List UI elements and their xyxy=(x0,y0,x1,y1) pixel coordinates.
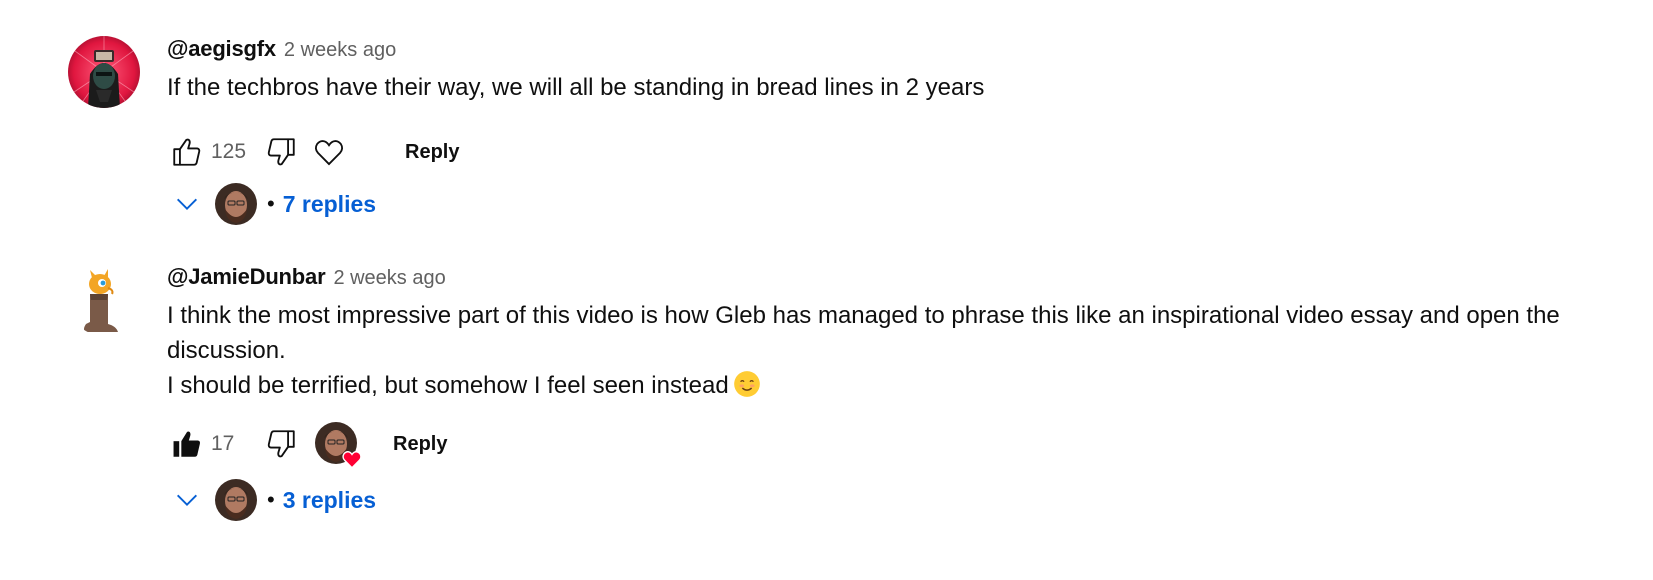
comment-timestamp[interactable]: 2 weeks ago xyxy=(333,267,445,290)
separator-dot: • xyxy=(267,487,275,512)
thumbs-up-filled-icon xyxy=(173,431,200,457)
comment-text: If the techbros have their way, we will … xyxy=(167,70,1613,105)
bearded-man-avatar-icon xyxy=(215,479,257,521)
avatar[interactable] xyxy=(68,36,140,108)
like-count: 125 xyxy=(211,140,247,163)
comment-header: @aegisgfx 2 weeks ago xyxy=(167,36,1613,64)
like-button[interactable] xyxy=(167,132,207,172)
chevron-down-icon xyxy=(167,184,207,224)
comment-text-line-with-emoji: I should be terrified, but somehow I fee… xyxy=(167,368,1613,403)
heart-outline-icon xyxy=(314,140,344,166)
thumbs-down-icon xyxy=(267,430,295,458)
creator-reply-avatar xyxy=(215,183,257,225)
reply-button[interactable]: Reply xyxy=(393,433,447,456)
comment-body: @aegisgfx 2 weeks ago If the techbros ha… xyxy=(167,36,1613,225)
view-replies-button[interactable]: • 7 replies xyxy=(167,182,376,226)
comment-body: @JamieDunbar 2 weeks ago I think the mos… xyxy=(167,264,1613,521)
dragon-in-boot-avatar-icon xyxy=(68,264,140,336)
view-replies-button[interactable]: • 3 replies xyxy=(167,478,376,522)
replies-count: 7 replies xyxy=(282,190,377,217)
comment-actions: 125 Reply xyxy=(167,130,459,174)
creator-heart-badge[interactable] xyxy=(315,422,362,469)
comment-text-line: If the techbros have their way, we will … xyxy=(167,74,985,101)
separator-dot: • xyxy=(267,191,275,216)
comment-text: I think the most impressive part of this… xyxy=(167,298,1613,403)
heart-filled-icon xyxy=(342,451,362,469)
bearded-man-avatar-icon xyxy=(215,183,257,225)
comment-text-line: I should be terrified, but somehow I fee… xyxy=(167,372,729,399)
thumbs-up-icon xyxy=(173,138,201,166)
smiling-face-emoji-icon xyxy=(733,371,760,397)
like-count: 17 xyxy=(211,432,235,455)
dislike-button[interactable] xyxy=(261,132,301,172)
chevron-down-icon xyxy=(167,480,207,520)
red-mask-avatar-icon xyxy=(68,36,140,108)
author-name[interactable]: @JamieDunbar xyxy=(167,264,326,290)
like-button[interactable] xyxy=(167,424,207,464)
heart-button[interactable] xyxy=(309,132,349,172)
author-name[interactable]: @aegisgfx xyxy=(167,36,276,62)
creator-reply-avatar xyxy=(215,479,257,521)
replies-count: 3 replies xyxy=(282,486,377,513)
avatar[interactable] xyxy=(68,264,140,336)
reply-button[interactable]: Reply xyxy=(405,141,459,164)
comment-actions: 17 Reply xyxy=(167,422,447,469)
comment-timestamp[interactable]: 2 weeks ago xyxy=(284,39,396,62)
comment-text-line: discussion. xyxy=(167,337,286,364)
dislike-button[interactable] xyxy=(261,424,301,464)
comment-header: @JamieDunbar 2 weeks ago xyxy=(167,264,1613,292)
thumbs-down-icon xyxy=(267,138,295,166)
comment-text-line: I think the most impressive part of this… xyxy=(167,302,1560,329)
